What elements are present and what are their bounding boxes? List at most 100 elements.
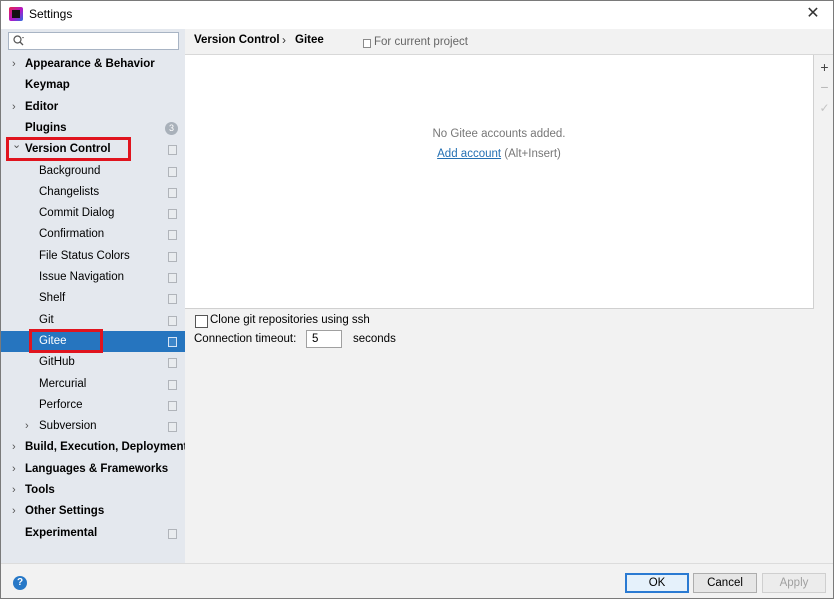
ok-button[interactable]: OK [625, 573, 689, 593]
sidebar-item-label: Commit Dialog [39, 207, 115, 219]
accounts-list: No Gitee accounts added. Add account (Al… [185, 55, 813, 309]
sidebar-item-languages-frameworks[interactable]: › Languages & Frameworks [1, 459, 185, 480]
sidebar-item-issue-navigation[interactable]: Issue Navigation [1, 267, 185, 288]
project-scope-icon [363, 39, 371, 48]
chevron-right-icon[interactable]: › [12, 459, 22, 480]
accounts-toolbar: + − ✓ [813, 55, 833, 309]
sidebar-item-subversion[interactable]: › Subversion [1, 416, 185, 437]
project-level-icon [168, 273, 177, 283]
project-level-icon [168, 422, 177, 432]
cancel-button[interactable]: Cancel [693, 573, 757, 593]
sidebar-item-tools[interactable]: › Tools [1, 480, 185, 501]
sidebar-item-label: Shelf [39, 292, 66, 304]
project-level-icon [168, 529, 177, 539]
sidebar-item-label: Experimental [25, 527, 98, 539]
help-icon[interactable]: ? [13, 576, 27, 590]
sidebar-item-github[interactable]: GitHub [1, 352, 185, 373]
chevron-right-icon[interactable]: › [12, 97, 22, 118]
set-default-account-icon[interactable]: ✓ [818, 100, 831, 116]
sidebar-item-label: Version Control [25, 143, 111, 155]
project-level-icon [168, 380, 177, 390]
plugins-update-badge: 3 [165, 122, 178, 135]
project-level-icon [168, 145, 177, 155]
sidebar-item-label: File Status Colors [39, 250, 130, 262]
sidebar-item-label: Keymap [25, 79, 70, 91]
sidebar-item-label: Editor [25, 101, 59, 113]
connection-timeout-input[interactable] [306, 330, 342, 348]
sidebar-item-label: Issue Navigation [39, 271, 125, 283]
sidebar-item-gitee[interactable]: Gitee [1, 331, 185, 352]
timeout-unit-label: seconds [353, 333, 396, 345]
sidebar-item-changelists[interactable]: Changelists [1, 182, 185, 203]
chevron-right-icon[interactable]: › [12, 54, 22, 75]
content-header: Version Control › Gitee For current proj… [185, 29, 833, 55]
sidebar-item-experimental[interactable]: Experimental [1, 523, 185, 544]
sidebar-item-build-execution-deployment[interactable]: › Build, Execution, Deployment [1, 437, 188, 458]
sidebar-item-git[interactable]: Git [1, 310, 185, 331]
project-level-icon [168, 337, 177, 347]
sidebar-item-label: Other Settings [25, 505, 105, 517]
connection-timeout-label: Connection timeout: [194, 333, 297, 345]
sidebar-item-plugins[interactable]: Plugins 3 [1, 118, 185, 139]
clone-ssh-checkbox[interactable] [195, 315, 208, 328]
sidebar-item-appearance-behavior[interactable]: › Appearance & Behavior [1, 54, 185, 75]
close-icon[interactable]: ✕ [803, 4, 823, 24]
sidebar-item-other-settings[interactable]: › Other Settings [1, 501, 185, 522]
apply-button[interactable]: Apply [762, 573, 826, 593]
project-level-icon [168, 188, 177, 198]
gitee-options: Clone git repositories using ssh Connect… [185, 309, 833, 563]
sidebar-item-label: Git [39, 314, 54, 326]
sidebar-item-label: Appearance & Behavior [25, 58, 155, 70]
add-account-link[interactable]: Add account [437, 148, 501, 160]
search-input[interactable] [27, 33, 175, 49]
sidebar-item-label: GitHub [39, 356, 75, 368]
window-title: Settings [29, 7, 73, 21]
settings-sidebar: › Appearance & Behavior Keymap › Editor Plugi… [1, 29, 188, 563]
add-account-row: Add account (Alt+Insert) [185, 148, 813, 160]
breadcrumb-separator: › [282, 33, 286, 47]
sidebar-item-shelf[interactable]: Shelf [1, 288, 185, 309]
sidebar-item-label: Confirmation [39, 228, 105, 240]
sidebar-item-keymap[interactable]: Keymap [1, 75, 185, 96]
sidebar-item-editor[interactable]: › Editor [1, 97, 185, 118]
scope-label: For current project [374, 36, 468, 48]
breadcrumb-gitee: Gitee [295, 34, 324, 46]
clone-ssh-label[interactable]: Clone git repositories using ssh [210, 314, 370, 326]
sidebar-item-background[interactable]: Background [1, 161, 185, 182]
sidebar-item-version-control[interactable]: ⌄ Version Control [1, 139, 185, 160]
chevron-down-icon[interactable]: ⌄ [12, 135, 22, 156]
sidebar-item-label: Build, Execution, Deployment [25, 441, 188, 453]
sidebar-item-label: Perforce [39, 399, 83, 411]
sidebar-item-label: Changelists [39, 186, 100, 198]
project-level-icon [168, 252, 177, 262]
project-level-icon [168, 209, 177, 219]
sidebar-item-label: Tools [25, 484, 55, 496]
sidebar-item-commit-dialog[interactable]: Commit Dialog [1, 203, 185, 224]
chevron-right-icon[interactable]: › [12, 480, 22, 501]
project-level-icon [168, 294, 177, 304]
project-level-icon [168, 401, 177, 411]
dialog-footer: ? OK Cancel Apply [1, 563, 833, 598]
intellij-app-icon [9, 7, 23, 21]
chevron-right-icon[interactable]: › [25, 416, 35, 437]
chevron-right-icon[interactable]: › [12, 437, 22, 458]
sidebar-item-label: Gitee [39, 335, 67, 347]
sidebar-item-perforce[interactable]: Perforce [1, 395, 185, 416]
title-bar: Settings ✕ [1, 1, 833, 29]
add-account-shortcut: (Alt+Insert) [504, 148, 561, 160]
sidebar-item-file-status-colors[interactable]: File Status Colors [1, 246, 185, 267]
sidebar-item-label: Subversion [39, 420, 97, 432]
remove-account-icon[interactable]: − [818, 79, 831, 95]
add-account-icon[interactable]: + [818, 59, 831, 75]
sidebar-item-mercurial[interactable]: Mercurial [1, 374, 185, 395]
sidebar-item-label: Languages & Frameworks [25, 463, 169, 475]
project-level-icon [168, 230, 177, 240]
sidebar-item-label: Background [39, 165, 101, 177]
sidebar-item-label: Plugins [25, 122, 67, 134]
sidebar-item-confirmation[interactable]: Confirmation [1, 224, 185, 245]
project-level-icon [168, 358, 177, 368]
search-box[interactable] [8, 32, 179, 50]
project-level-icon [168, 316, 177, 326]
settings-window: Settings ✕ › Appearance & Behavior Keymap ›… [0, 0, 834, 599]
chevron-right-icon[interactable]: › [12, 501, 22, 522]
